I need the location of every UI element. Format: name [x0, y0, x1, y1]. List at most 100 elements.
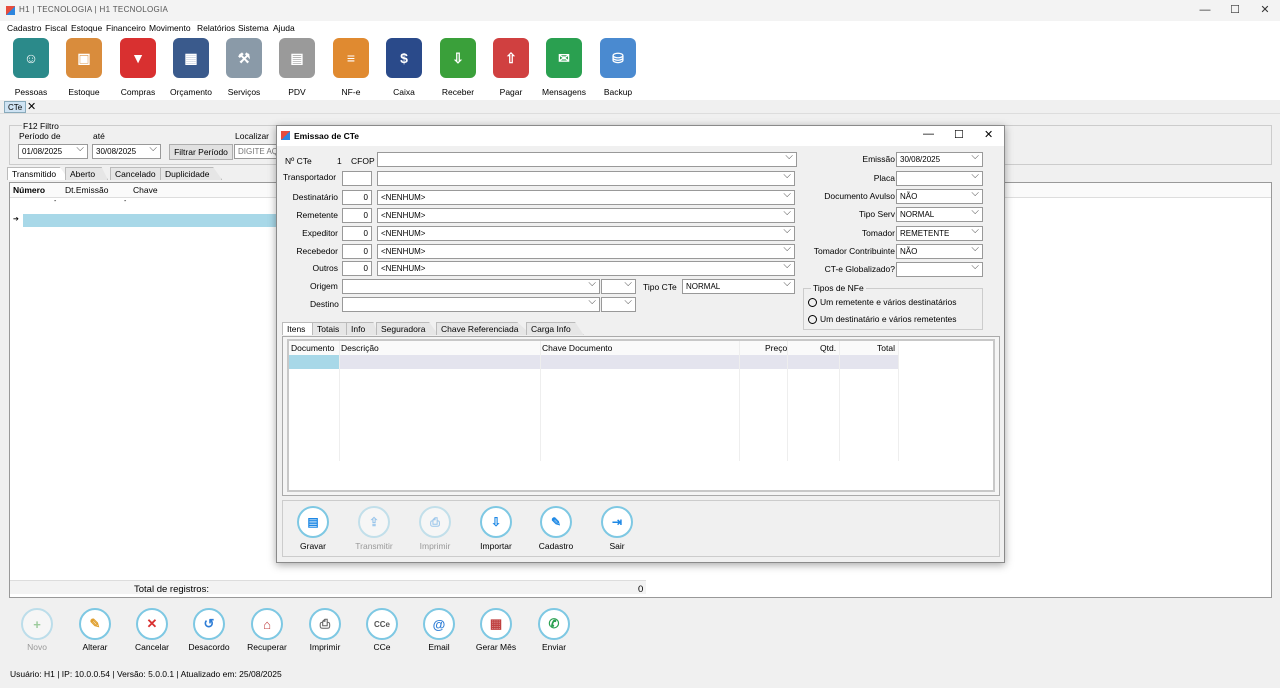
- toolbar-caixa-button[interactable]: $ Caixa: [380, 38, 428, 100]
- cancelar-button[interactable]: ✕ Cancelar: [122, 608, 182, 652]
- remetente-code-input[interactable]: 0: [342, 208, 372, 223]
- placa-select[interactable]: [896, 171, 983, 186]
- destino-uf-select[interactable]: [601, 297, 636, 312]
- toolbar-receber-button[interactable]: ⇩ Receber: [434, 38, 482, 100]
- tab-duplicidade[interactable]: Duplicidade: [160, 167, 223, 180]
- col-chave[interactable]: Chave: [133, 185, 158, 195]
- dialog-minimize-icon[interactable]: —: [923, 128, 934, 140]
- tab-transmitido[interactable]: Transmitido: [7, 167, 70, 180]
- close-tab-icon[interactable]: ✕: [27, 100, 36, 113]
- dialog-transmitir-button[interactable]: ⇪ Transmitir: [344, 506, 404, 551]
- nfe-option-2[interactable]: Um destinatário e vários remetentes: [808, 314, 957, 325]
- menu-ajuda[interactable]: Ajuda: [273, 23, 295, 33]
- nfe-option-1[interactable]: Um remetente e vários destinatários: [808, 297, 957, 308]
- destinatario-code-input[interactable]: 0: [342, 190, 372, 205]
- cancel-icon: ✕: [136, 608, 168, 640]
- menu-sistema[interactable]: Sistema: [238, 23, 269, 33]
- origem-uf-select[interactable]: [601, 279, 636, 294]
- gerar-m-s-button[interactable]: ▦ Gerar Mês: [466, 608, 526, 652]
- menu-movimento[interactable]: Movimento: [149, 23, 191, 33]
- toolbar-estoque-button[interactable]: ▣ Estoque: [60, 38, 108, 100]
- transportador-select[interactable]: [377, 171, 795, 186]
- doc-tab-cte[interactable]: CTe: [4, 101, 27, 113]
- toolbar-pessoas-button[interactable]: ☺ Pessoas: [7, 38, 55, 100]
- period-from-label: Período de: [19, 131, 61, 141]
- menu-fiscal[interactable]: Fiscal: [45, 23, 67, 33]
- tab-cancelado[interactable]: Cancelado: [110, 167, 169, 180]
- toolbar-or-amento-button[interactable]: ▦ Orçamento: [167, 38, 215, 100]
- origem-select[interactable]: [342, 279, 600, 294]
- dialog-close-icon[interactable]: ✕: [984, 128, 993, 141]
- tomador-select[interactable]: REMETENTE: [896, 226, 983, 241]
- col-descricao[interactable]: Descrição: [341, 343, 379, 353]
- tab-carga-info[interactable]: Carga Info: [526, 322, 584, 335]
- toolbar-pdv-button[interactable]: ▤ PDV: [273, 38, 321, 100]
- remetente-select[interactable]: <NENHUM>: [377, 208, 795, 223]
- cfop-select[interactable]: [377, 152, 797, 167]
- novo-button[interactable]: + Novo: [7, 608, 67, 652]
- ct-e-globalizado-select[interactable]: [896, 262, 983, 277]
- cce-button[interactable]: CCe CCe: [352, 608, 412, 652]
- dialog-maximize-icon[interactable]: ☐: [954, 128, 964, 141]
- menu-cadastro[interactable]: Cadastro: [7, 23, 42, 33]
- tab-chave-referenciada[interactable]: Chave Referenciada: [436, 322, 532, 335]
- filter-period-button[interactable]: Filtrar Período: [169, 144, 233, 160]
- tab-aberto[interactable]: Aberto: [65, 167, 109, 180]
- date-to-input[interactable]: 30/08/2025: [92, 144, 161, 159]
- search-input[interactable]: DIGITE AQ: [234, 144, 278, 159]
- toolbar-servi-os-button[interactable]: ⚒ Serviços: [220, 38, 268, 100]
- radio-icon[interactable]: [808, 315, 817, 325]
- destinatario-select[interactable]: <NENHUM>: [377, 190, 795, 205]
- toolbar-compras-button[interactable]: ▼ Compras: [114, 38, 162, 100]
- expeditor-select[interactable]: <NENHUM>: [377, 226, 795, 241]
- destino-select[interactable]: [342, 297, 600, 312]
- toolbar-backup-button[interactable]: ⛁ Backup: [594, 38, 642, 100]
- table-row[interactable]: [289, 355, 339, 369]
- col-total[interactable]: Total: [877, 343, 895, 353]
- dialog-sair-button[interactable]: ⇥ Sair: [587, 506, 647, 551]
- desacordo-button[interactable]: ↺ Desacordo: [179, 608, 239, 652]
- radio-icon[interactable]: [808, 298, 817, 308]
- menu-financeiro[interactable]: Financeiro: [106, 23, 146, 33]
- col-dt-emissao[interactable]: Dt.Emissão: [65, 185, 108, 195]
- documento-avulso-select[interactable]: NÃO: [896, 189, 983, 204]
- dialog-imprimir-button[interactable]: ⎙ Imprimir: [405, 506, 465, 551]
- expeditor-code-input[interactable]: 0: [342, 226, 372, 241]
- close-icon[interactable]: ✕: [1250, 2, 1280, 19]
- col-documento[interactable]: Documento: [291, 343, 334, 353]
- table-row[interactable]: [339, 355, 899, 369]
- email-button[interactable]: @ Email: [409, 608, 469, 652]
- col-numero[interactable]: Número: [13, 185, 45, 195]
- tab-seguradora[interactable]: Seguradora: [376, 322, 439, 335]
- menu-estoque[interactable]: Estoque: [71, 23, 102, 33]
- recebedor-code-input[interactable]: 0: [342, 244, 372, 259]
- items-grid[interactable]: Documento Descrição Chave Documento Preç…: [287, 339, 995, 492]
- menu-relatorios[interactable]: Relatórios: [197, 23, 235, 33]
- minimize-icon[interactable]: —: [1190, 2, 1220, 19]
- toolbar-pagar-button[interactable]: ⇧ Pagar: [487, 38, 535, 100]
- recuperar-button[interactable]: ⌂ Recuperar: [237, 608, 297, 652]
- maximize-icon[interactable]: ☐: [1220, 2, 1250, 19]
- outros-code-input[interactable]: 0: [342, 261, 372, 276]
- toolbar-mensagens-button[interactable]: ✉ Mensagens: [540, 38, 588, 100]
- outros-select[interactable]: <NENHUM>: [377, 261, 795, 276]
- dialog-cadastro-button[interactable]: ✎ Cadastro: [526, 506, 586, 551]
- alterar-button[interactable]: ✎ Alterar: [65, 608, 125, 652]
- emissao-select[interactable]: 30/08/2025: [896, 152, 983, 167]
- recebedor-select[interactable]: <NENHUM>: [377, 244, 795, 259]
- col-preco[interactable]: Preço: [765, 343, 787, 353]
- tomador-contribuinte-select[interactable]: NÃO: [896, 244, 983, 259]
- toolbar-nf-e-button[interactable]: ≡ NF-e: [327, 38, 375, 100]
- imprimir-button[interactable]: ⎙ Imprimir: [295, 608, 355, 652]
- date-from-input[interactable]: 01/08/2025: [18, 144, 88, 159]
- transportador-code-input[interactable]: [342, 171, 372, 186]
- col-chave-documento[interactable]: Chave Documento: [542, 343, 612, 353]
- tab-info[interactable]: Info: [346, 322, 379, 335]
- tipo-serv-select[interactable]: NORMAL: [896, 207, 983, 222]
- table-row[interactable]: [23, 214, 279, 227]
- dialog-importar-button[interactable]: ⇩ Importar: [466, 506, 526, 551]
- col-qtd[interactable]: Qtd.: [820, 343, 836, 353]
- enviar-button[interactable]: ✆ Enviar: [524, 608, 584, 652]
- tipo-cte-select[interactable]: NORMAL: [682, 279, 795, 294]
- dialog-gravar-button[interactable]: ▤ Gravar: [283, 506, 343, 551]
